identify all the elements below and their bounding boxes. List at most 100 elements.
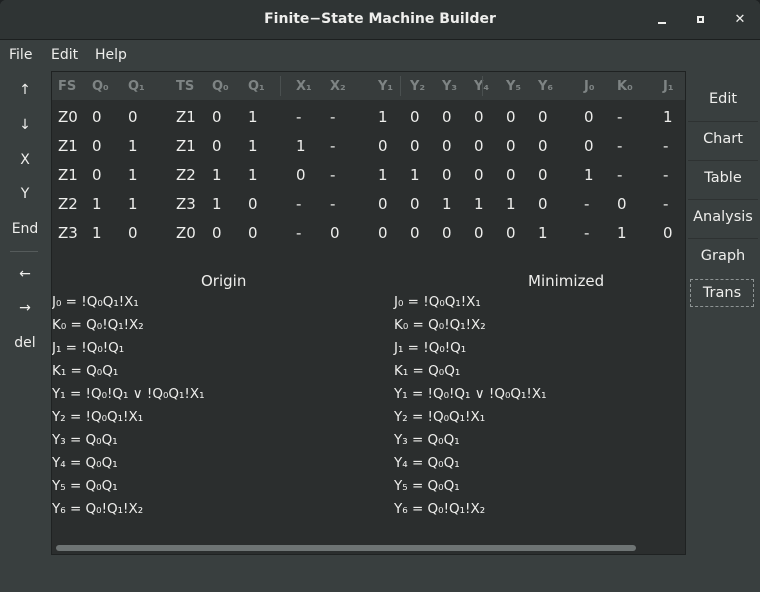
column-header: J₀ bbox=[584, 79, 595, 94]
menu-file[interactable]: File bbox=[9, 47, 32, 63]
sidebar-item-chart[interactable]: Chart bbox=[688, 121, 758, 155]
equation-line: Y₁ = !Q₀!Q₁ ∨ !Q₀Q₁!X₁ bbox=[52, 386, 205, 402]
equation-line: K₁ = Q₀Q₁ bbox=[394, 363, 461, 379]
table-cell: 1 bbox=[92, 195, 102, 213]
table-cell: 0 bbox=[248, 224, 258, 242]
column-header: K₀ bbox=[617, 79, 633, 94]
table-cell: 0 bbox=[378, 224, 388, 242]
column-separator bbox=[280, 76, 281, 96]
column-header: X₂ bbox=[330, 79, 346, 94]
table-cell: 1 bbox=[248, 166, 258, 184]
scrollbar-thumb[interactable] bbox=[56, 545, 636, 551]
table-cell: 1 bbox=[296, 137, 306, 155]
column-separator bbox=[400, 76, 401, 96]
minimize-icon bbox=[658, 22, 666, 24]
table-cell: - bbox=[296, 195, 302, 213]
close-icon: ✕ bbox=[734, 12, 746, 27]
column-header: Y₁ bbox=[378, 79, 394, 94]
column-header: Y₂ bbox=[410, 79, 426, 94]
table-cell: 0 bbox=[378, 137, 388, 155]
table-cell: 0 bbox=[330, 224, 340, 242]
column-header: Y₅ bbox=[506, 79, 522, 94]
y-button[interactable]: Y bbox=[4, 180, 46, 208]
table-cell: 0 bbox=[442, 137, 452, 155]
table-cell: - bbox=[330, 137, 336, 155]
move-down-button[interactable]: ↓ bbox=[4, 111, 46, 139]
table-cell: - bbox=[296, 108, 302, 126]
equation-line: K₀ = Q₀!Q₁!X₂ bbox=[52, 317, 144, 333]
table-cell: - bbox=[663, 166, 669, 184]
table-cell: 0 bbox=[506, 166, 516, 184]
table-cell: 0 bbox=[617, 195, 627, 213]
title-bar[interactable]: Finite−State Machine Builder ✕ bbox=[0, 0, 760, 40]
table-cell: 1 bbox=[538, 224, 548, 242]
table-cell: 0 bbox=[212, 108, 222, 126]
table-cell: Z0 bbox=[176, 224, 196, 242]
menu-help[interactable]: Help bbox=[95, 47, 127, 63]
table-cell: Z2 bbox=[176, 166, 196, 184]
equation-line: Y₂ = !Q₀Q₁!X₁ bbox=[394, 409, 486, 425]
minimize-button[interactable] bbox=[650, 8, 674, 32]
table-cell: 1 bbox=[212, 166, 222, 184]
equation-line: Y₅ = Q₀Q₁ bbox=[52, 478, 118, 494]
menu-edit[interactable]: Edit bbox=[51, 47, 78, 63]
maximize-icon bbox=[697, 16, 704, 23]
move-right-button[interactable]: → bbox=[4, 294, 46, 322]
move-up-button[interactable]: ↑ bbox=[4, 76, 46, 104]
table-cell: 1 bbox=[378, 166, 388, 184]
horizontal-scrollbar[interactable] bbox=[54, 543, 685, 553]
sidebar-item-graph[interactable]: Graph bbox=[688, 238, 758, 272]
move-left-button[interactable]: ← bbox=[4, 260, 46, 288]
table-cell: 0 bbox=[128, 224, 138, 242]
table-cell: 1 bbox=[663, 108, 673, 126]
table-cell: - bbox=[617, 166, 623, 184]
table-cell: Z3 bbox=[58, 224, 78, 242]
window-title: Finite−State Machine Builder bbox=[264, 11, 496, 27]
table-cell: 0 bbox=[538, 195, 548, 213]
table-cell: - bbox=[296, 224, 302, 242]
sidebar-item-analysis[interactable]: Analysis bbox=[688, 199, 758, 233]
equation-line: Y₆ = Q₀!Q₁!X₂ bbox=[394, 501, 486, 517]
sidebar-item-table[interactable]: Table bbox=[688, 160, 758, 194]
equation-line: J₀ = !Q₀Q₁!X₁ bbox=[394, 294, 481, 310]
end-button[interactable]: End bbox=[4, 215, 46, 243]
table-cell: - bbox=[330, 108, 336, 126]
table-cell: 1 bbox=[92, 224, 102, 242]
table-cell: 0 bbox=[410, 108, 420, 126]
table-cell: 0 bbox=[506, 224, 516, 242]
table-cell: 1 bbox=[248, 137, 258, 155]
table-cell: 0 bbox=[506, 137, 516, 155]
column-header: Y₃ bbox=[442, 79, 458, 94]
minimized-title: Minimized bbox=[528, 272, 605, 290]
table-cell: 0 bbox=[296, 166, 306, 184]
equation-line: Y₃ = Q₀Q₁ bbox=[394, 432, 460, 448]
table-cell: 0 bbox=[474, 137, 484, 155]
trans-panel: FSQ₀Q₁TSQ₀Q₁X₁X₂Y₁Y₂Y₃Y₄Y₅Y₆J₀K₀J₁ Z000Z… bbox=[51, 71, 686, 555]
close-button[interactable]: ✕ bbox=[728, 8, 752, 32]
table-cell: 0 bbox=[410, 195, 420, 213]
table-cell: 1 bbox=[378, 108, 388, 126]
table-cell: 0 bbox=[92, 108, 102, 126]
table-cell: 1 bbox=[410, 166, 420, 184]
menu-bar: File Edit Help bbox=[0, 41, 760, 69]
table-cell: - bbox=[330, 166, 336, 184]
equation-line: Y₁ = !Q₀!Q₁ ∨ !Q₀Q₁!X₁ bbox=[394, 386, 547, 402]
maximize-button[interactable] bbox=[689, 8, 713, 32]
table-cell: 1 bbox=[128, 195, 138, 213]
table-cell: 0 bbox=[538, 166, 548, 184]
table-cell: 0 bbox=[442, 166, 452, 184]
main-window: Finite−State Machine Builder ✕ File Edit… bbox=[0, 0, 760, 592]
column-header: J₁ bbox=[663, 79, 674, 94]
table-cell: 0 bbox=[248, 195, 258, 213]
column-header: Q₁ bbox=[248, 79, 265, 94]
equation-line: Y₄ = Q₀Q₁ bbox=[52, 455, 118, 471]
table-cell: 0 bbox=[506, 108, 516, 126]
equation-line: Y₆ = Q₀!Q₁!X₂ bbox=[52, 501, 144, 517]
table-cell: - bbox=[617, 108, 623, 126]
x-button[interactable]: X bbox=[4, 146, 46, 174]
column-header: Q₀ bbox=[212, 79, 229, 94]
table-cell: 0 bbox=[212, 224, 222, 242]
delete-button[interactable]: del bbox=[4, 329, 46, 357]
sidebar-item-edit[interactable]: Edit bbox=[688, 82, 758, 116]
sidebar-item-trans[interactable]: Trans bbox=[690, 279, 754, 307]
